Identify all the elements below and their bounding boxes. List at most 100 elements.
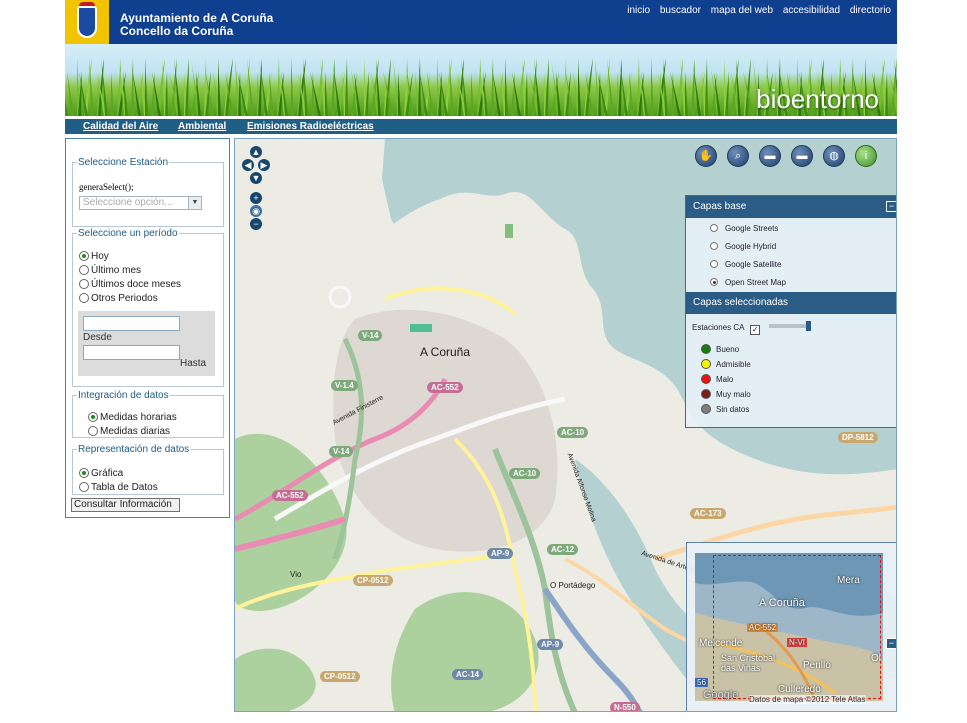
- zoom-out-icon[interactable]: −: [250, 218, 262, 230]
- zoom-world-icon[interactable]: ◉: [250, 205, 262, 217]
- road-shield: N-550: [610, 702, 640, 711]
- link-directorio[interactable]: directorio: [850, 5, 891, 16]
- org-name-es[interactable]: Ayuntamiento de A Coruña: [120, 11, 273, 25]
- legend-label: Sin datos: [716, 405, 750, 414]
- link-mapa-del-web[interactable]: mapa del web: [711, 5, 773, 16]
- overview-label: A Coruña: [759, 597, 805, 609]
- ruler-icon[interactable]: ▬: [759, 145, 781, 167]
- map-viewport[interactable]: A Coruña O Portádego Vio Avenida Finiste…: [234, 138, 897, 712]
- overlay-stations[interactable]: Estaciones CA ✓: [692, 321, 811, 335]
- date-to-label: Hasta: [180, 358, 207, 369]
- overview-tiles[interactable]: A Coruña Mera Meicende San Cristobal das…: [695, 553, 883, 701]
- radio-icon[interactable]: [79, 279, 89, 289]
- base-layer-label: Google Hybrid: [725, 242, 777, 251]
- period-option-otros[interactable]: Otros Periodos: [79, 293, 158, 304]
- link-inicio[interactable]: inicio: [627, 5, 650, 16]
- map-place-label: O Portádego: [550, 581, 596, 590]
- radio-icon[interactable]: [88, 426, 98, 436]
- overview-road-shield: N-VI: [787, 638, 807, 647]
- date-from-label: Desde: [83, 332, 112, 343]
- radio-icon[interactable]: [79, 482, 89, 492]
- link-accesibilidad[interactable]: accesibilidad: [783, 5, 840, 16]
- radio-icon[interactable]: [710, 242, 718, 250]
- checkbox-icon[interactable]: ✓: [750, 325, 761, 335]
- minimize-icon[interactable]: −: [886, 638, 896, 649]
- radio-icon[interactable]: [710, 224, 718, 232]
- status-dot-icon: [701, 359, 711, 369]
- query-panel: Seleccione Estación generaSelect(); Sele…: [65, 138, 230, 518]
- pan-right-icon[interactable]: ▶: [258, 159, 270, 171]
- date-to-input[interactable]: [83, 345, 180, 360]
- nav-emisiones-radioelectricas[interactable]: Emisiones Radioeléctricas: [247, 121, 374, 132]
- road-shield: V-14: [358, 330, 383, 341]
- globe-icon[interactable]: ◍: [823, 145, 845, 167]
- consult-button[interactable]: Consultar Información: [71, 498, 180, 512]
- integration-legend: Integración de datos: [78, 390, 169, 401]
- station-select[interactable]: Seleccione opción... ▼: [79, 196, 202, 210]
- radio-icon[interactable]: [79, 265, 89, 275]
- map-city-label: A Coruña: [420, 345, 471, 359]
- radio-icon[interactable]: [710, 260, 718, 268]
- google-logo[interactable]: Google: [703, 689, 738, 701]
- period-fieldset: Seleccione un período Hoy Último mes Últ…: [72, 228, 224, 387]
- radio-icon[interactable]: [710, 278, 718, 286]
- zoom-box-icon[interactable]: ⌕: [727, 145, 749, 167]
- top-links: inicio buscador mapa del web accesibilid…: [620, 5, 891, 16]
- pan-up-icon[interactable]: ▲: [250, 146, 262, 158]
- period-option-ultimo-mes[interactable]: Último mes: [79, 265, 141, 276]
- minimize-icon[interactable]: −: [886, 201, 896, 212]
- link-buscador[interactable]: buscador: [660, 5, 701, 16]
- overview-road-shield: AC-552: [747, 623, 779, 632]
- radio-icon[interactable]: [79, 293, 89, 303]
- zoom-in-icon[interactable]: +: [250, 192, 262, 204]
- integration-option-horarias[interactable]: Medidas horarias: [88, 412, 177, 423]
- road-shield: AC-10: [509, 468, 541, 479]
- nav-ambiental[interactable]: Ambiental: [178, 121, 226, 132]
- overview-map[interactable]: A Coruña Mera Meicende San Cristobal das…: [686, 542, 896, 711]
- integration-fieldset: Integración de datos Medidas horarias Me…: [72, 390, 224, 438]
- road-shield: AC-10: [557, 427, 589, 438]
- representation-option-label: Gráfica: [91, 468, 124, 479]
- banner-title: bioentorno: [756, 84, 879, 114]
- overview-label: Meicende: [699, 638, 743, 649]
- integration-option-diarias[interactable]: Medidas diarias: [88, 426, 170, 437]
- area-ruler-icon[interactable]: ▬: [791, 145, 813, 167]
- representation-option-tabla[interactable]: Tabla de Datos: [79, 482, 158, 493]
- base-layer-google-hybrid[interactable]: Google Hybrid: [710, 242, 776, 251]
- base-layer-osm[interactable]: Open Street Map: [710, 278, 786, 287]
- pan-down-icon[interactable]: ▼: [250, 172, 262, 184]
- period-option-hoy[interactable]: Hoy: [79, 251, 109, 262]
- station-code-text: generaSelect();: [79, 182, 134, 192]
- pan-left-icon[interactable]: ◀: [242, 159, 254, 171]
- coat-of-arms-logo[interactable]: [65, 0, 109, 44]
- representation-option-grafica[interactable]: Gráfica: [79, 468, 123, 479]
- legend-label: Bueno: [716, 345, 740, 354]
- radio-icon[interactable]: [79, 251, 89, 261]
- radio-icon[interactable]: [88, 412, 98, 422]
- legend-label: Malo: [716, 375, 734, 384]
- chevron-down-icon[interactable]: ▼: [188, 197, 201, 209]
- info-icon[interactable]: i: [855, 145, 877, 167]
- slider-handle[interactable]: [805, 321, 811, 331]
- radio-icon[interactable]: [79, 468, 89, 478]
- org-name-gl[interactable]: Concello da Coruña: [120, 24, 233, 38]
- road-shield: DP-5812: [838, 432, 878, 443]
- overview-label: Ol: [871, 653, 881, 664]
- status-dot-icon: [701, 404, 711, 414]
- road-shield: AP-9: [487, 548, 514, 559]
- base-layer-google-streets[interactable]: Google Streets: [710, 224, 778, 233]
- road-shield: AC-173: [690, 508, 726, 519]
- main-nav: Calidad del Aire Ambiental Emisiones Rad…: [65, 119, 897, 134]
- base-layers-title: Capas base: [693, 201, 747, 212]
- nav-calidad-del-aire[interactable]: Calidad del Aire: [83, 121, 158, 132]
- date-from-input[interactable]: [83, 316, 180, 331]
- period-option-doce-meses[interactable]: Últimos doce meses: [79, 279, 181, 290]
- hand-icon[interactable]: ✋: [695, 145, 717, 167]
- park-area: [505, 224, 513, 238]
- opacity-slider[interactable]: [768, 321, 811, 331]
- road-shield: V-1.4: [331, 380, 358, 391]
- top-bar: Ayuntamiento de A Coruña Concello da Cor…: [65, 0, 897, 44]
- period-legend: Seleccione un período: [78, 228, 178, 239]
- base-layer-google-satellite[interactable]: Google Satellite: [710, 260, 781, 269]
- map-place-label: Vio: [290, 570, 302, 579]
